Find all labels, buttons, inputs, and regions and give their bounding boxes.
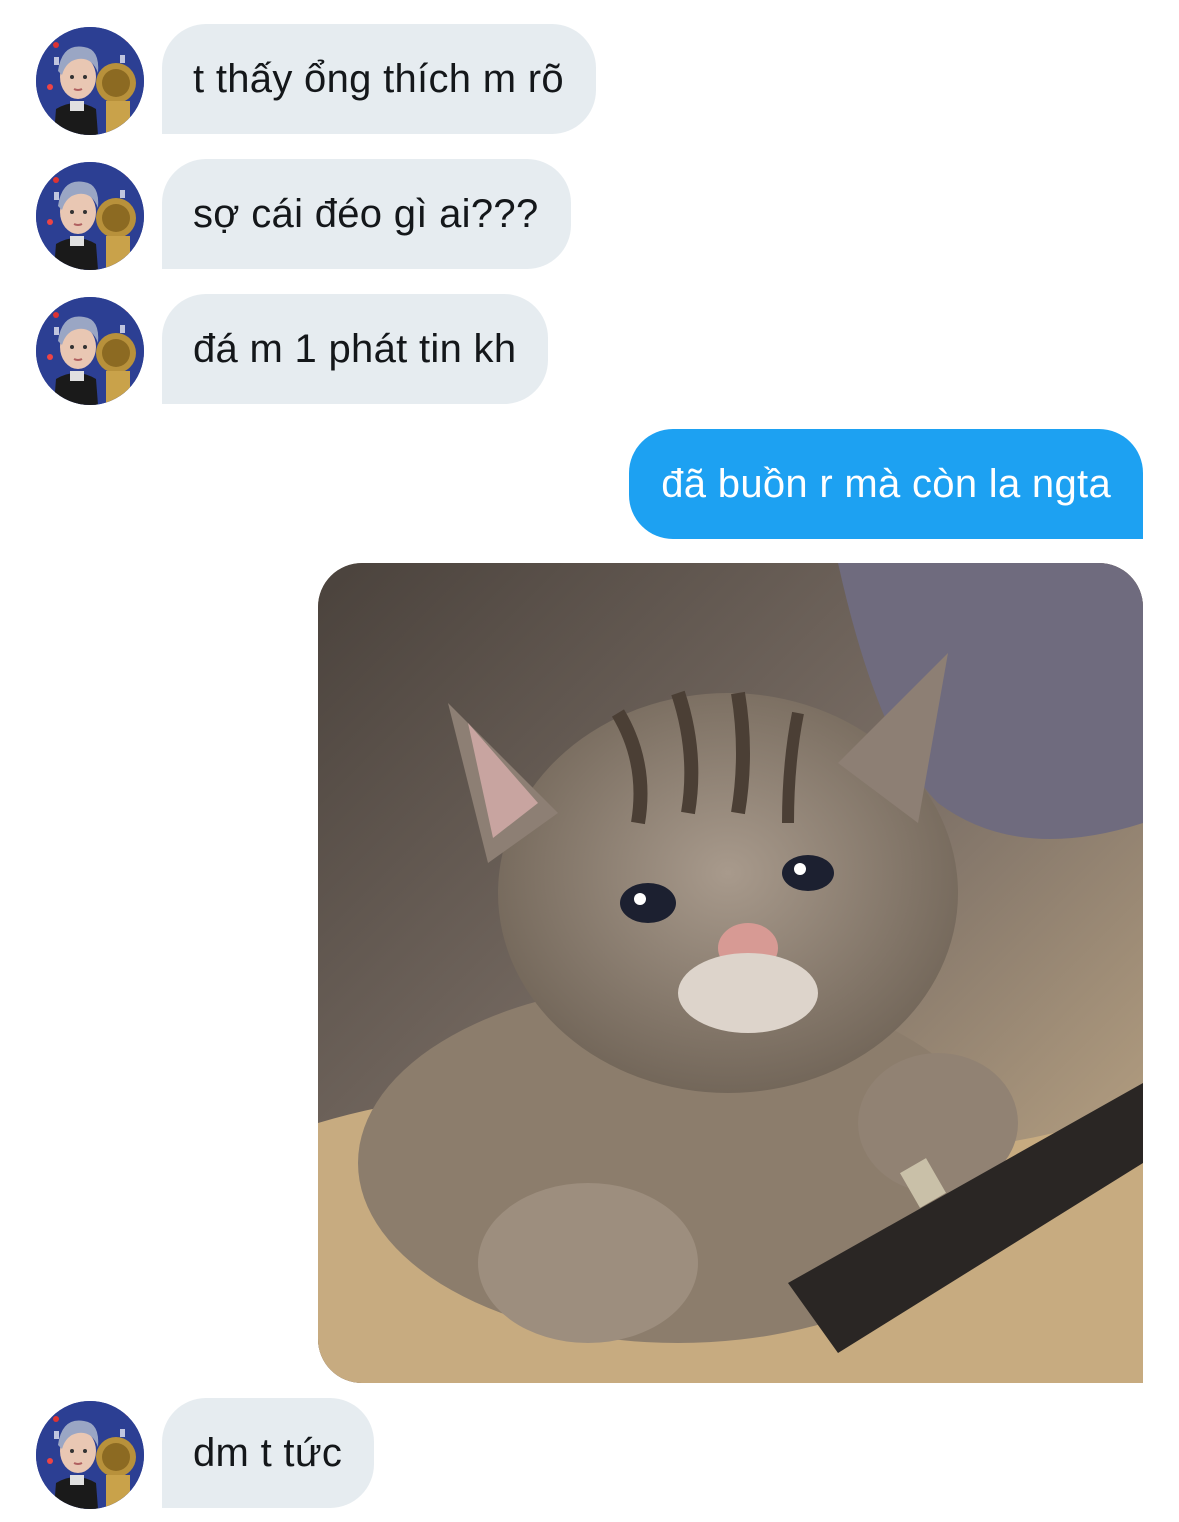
crying-cat-image[interactable] bbox=[318, 563, 1143, 1383]
incoming-message-bubble[interactable]: dm t tức bbox=[162, 1398, 375, 1508]
user-avatar[interactable] bbox=[36, 1401, 144, 1509]
outgoing-message-bubble[interactable]: đã buồn r mà còn la ngta bbox=[629, 429, 1143, 539]
user-avatar[interactable] bbox=[36, 297, 144, 405]
incoming-message-bubble[interactable]: đá m 1 phát tin kh bbox=[162, 294, 549, 404]
user-avatar[interactable] bbox=[36, 162, 144, 270]
incoming-message-bubble[interactable]: t thấy ổng thích m rõ bbox=[162, 24, 596, 134]
incoming-message-bubble[interactable]: sợ cái đéo gì ai??? bbox=[162, 159, 571, 269]
user-avatar[interactable] bbox=[36, 27, 144, 135]
